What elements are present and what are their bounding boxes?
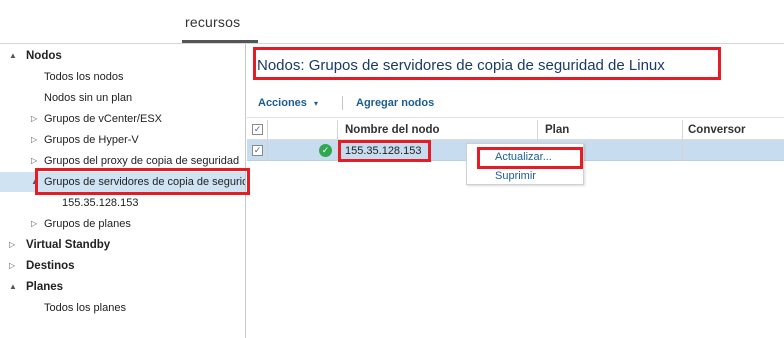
collapse-arrow-icon[interactable]: ▷	[9, 240, 17, 250]
collapse-arrow-icon[interactable]: ▷	[31, 219, 39, 229]
actions-label: Acciones	[258, 97, 307, 109]
active-tab-indicator	[182, 40, 258, 43]
add-nodes-button[interactable]: Agregar nodos	[356, 97, 434, 109]
collapse-arrow-icon[interactable]: ▷	[9, 261, 17, 271]
expand-arrow-icon[interactable]: ▲	[9, 282, 17, 292]
page-title: Nodos: Grupos de servidores de copia de …	[257, 57, 665, 74]
table-header: ✓ Nombre del nodo Plan Conversor	[247, 120, 784, 140]
tree-item-label: Todos los planes	[44, 302, 126, 314]
tab-recursos[interactable]: recursos	[185, 14, 240, 30]
toolbar: Acciones ▾ Agregar nodos	[247, 88, 784, 118]
column-divider	[337, 120, 338, 161]
tree-item-label: 155.35.128.153	[62, 197, 139, 209]
tree-item-label: Grupos de servidores de copia de segurid…	[44, 176, 245, 188]
tree-item-node-ip[interactable]: 155.35.128.153	[0, 193, 245, 213]
column-divider	[267, 120, 268, 161]
toolbar-divider	[342, 96, 343, 110]
tree-item-todos-los-nodos[interactable]: Todos los nodos	[0, 67, 245, 87]
expand-arrow-icon[interactable]: ▲	[31, 177, 39, 187]
tree-item-label: Destinos	[26, 260, 75, 272]
status-ok-icon: ✓	[319, 144, 332, 157]
tree-item-label: Grupos de Hyper-V	[44, 134, 139, 146]
tree-item-plan-groups[interactable]: ▷ Grupos de planes	[0, 214, 245, 234]
chevron-down-icon: ▾	[313, 99, 318, 108]
column-divider	[682, 120, 683, 161]
tree-item-label: Grupos de vCenter/ESX	[44, 113, 163, 125]
menu-item-suprimir[interactable]: Suprimir	[495, 170, 536, 182]
tree-item-label: Nodos sin un plan	[44, 92, 133, 104]
tree-item-destinos[interactable]: ▷ Destinos	[0, 256, 245, 276]
tree-item-nodos-sin-plan[interactable]: Nodos sin un plan	[0, 88, 245, 108]
content-panel: Nodos: Grupos de servidores de copia de …	[247, 44, 784, 338]
tree-item-proxy-groups[interactable]: ▷ Grupos del proxy de copia de seguridad	[0, 151, 245, 171]
tree-item-label: Todos los nodos	[44, 71, 124, 83]
resource-tree: ▲ Nodos Todos los nodos Nodos sin un pla…	[0, 44, 246, 338]
collapse-arrow-icon[interactable]: ▷	[31, 135, 39, 145]
node-name-cell[interactable]: 155.35.128.153	[345, 145, 421, 157]
tree-item-planes[interactable]: ▲ Planes	[0, 277, 245, 297]
column-header-converter[interactable]: Conversor	[688, 124, 746, 136]
row-checkbox[interactable]: ✓	[252, 145, 263, 156]
context-menu: Actualizar... Suprimir	[466, 143, 584, 185]
top-tab-bar: recursos	[0, 0, 784, 44]
collapse-arrow-icon[interactable]: ▷	[31, 114, 39, 124]
select-all-checkbox[interactable]: ✓	[252, 124, 263, 135]
tree-item-linux-backup-server-groups[interactable]: ▲ Grupos de servidores de copia de segur…	[0, 172, 245, 192]
tree-item-label: Planes	[26, 281, 64, 293]
collapse-arrow-icon[interactable]: ▷	[31, 156, 39, 166]
tree-item-nodos[interactable]: ▲ Nodos	[0, 46, 245, 66]
actions-menu-button[interactable]: Acciones ▾	[258, 97, 318, 109]
tree-item-virtual-standby[interactable]: ▷ Virtual Standby	[0, 235, 245, 255]
tree-item-label: Grupos del proxy de copia de seguridad	[44, 155, 240, 167]
tree-item-label: Nodos	[26, 50, 62, 62]
tree-item-hyper-v[interactable]: ▷ Grupos de Hyper-V	[0, 130, 245, 150]
tree-item-vcenter-esx[interactable]: ▷ Grupos de vCenter/ESX	[0, 109, 245, 129]
column-header-plan[interactable]: Plan	[545, 124, 569, 136]
tree-item-todos-los-planes[interactable]: Todos los planes	[0, 298, 245, 318]
expand-arrow-icon[interactable]: ▲	[9, 51, 17, 61]
menu-item-actualizar[interactable]: Actualizar...	[495, 151, 552, 163]
tree-item-label: Virtual Standby	[26, 239, 111, 251]
column-header-node-name[interactable]: Nombre del nodo	[345, 124, 440, 136]
tree-item-label: Grupos de planes	[44, 218, 131, 230]
